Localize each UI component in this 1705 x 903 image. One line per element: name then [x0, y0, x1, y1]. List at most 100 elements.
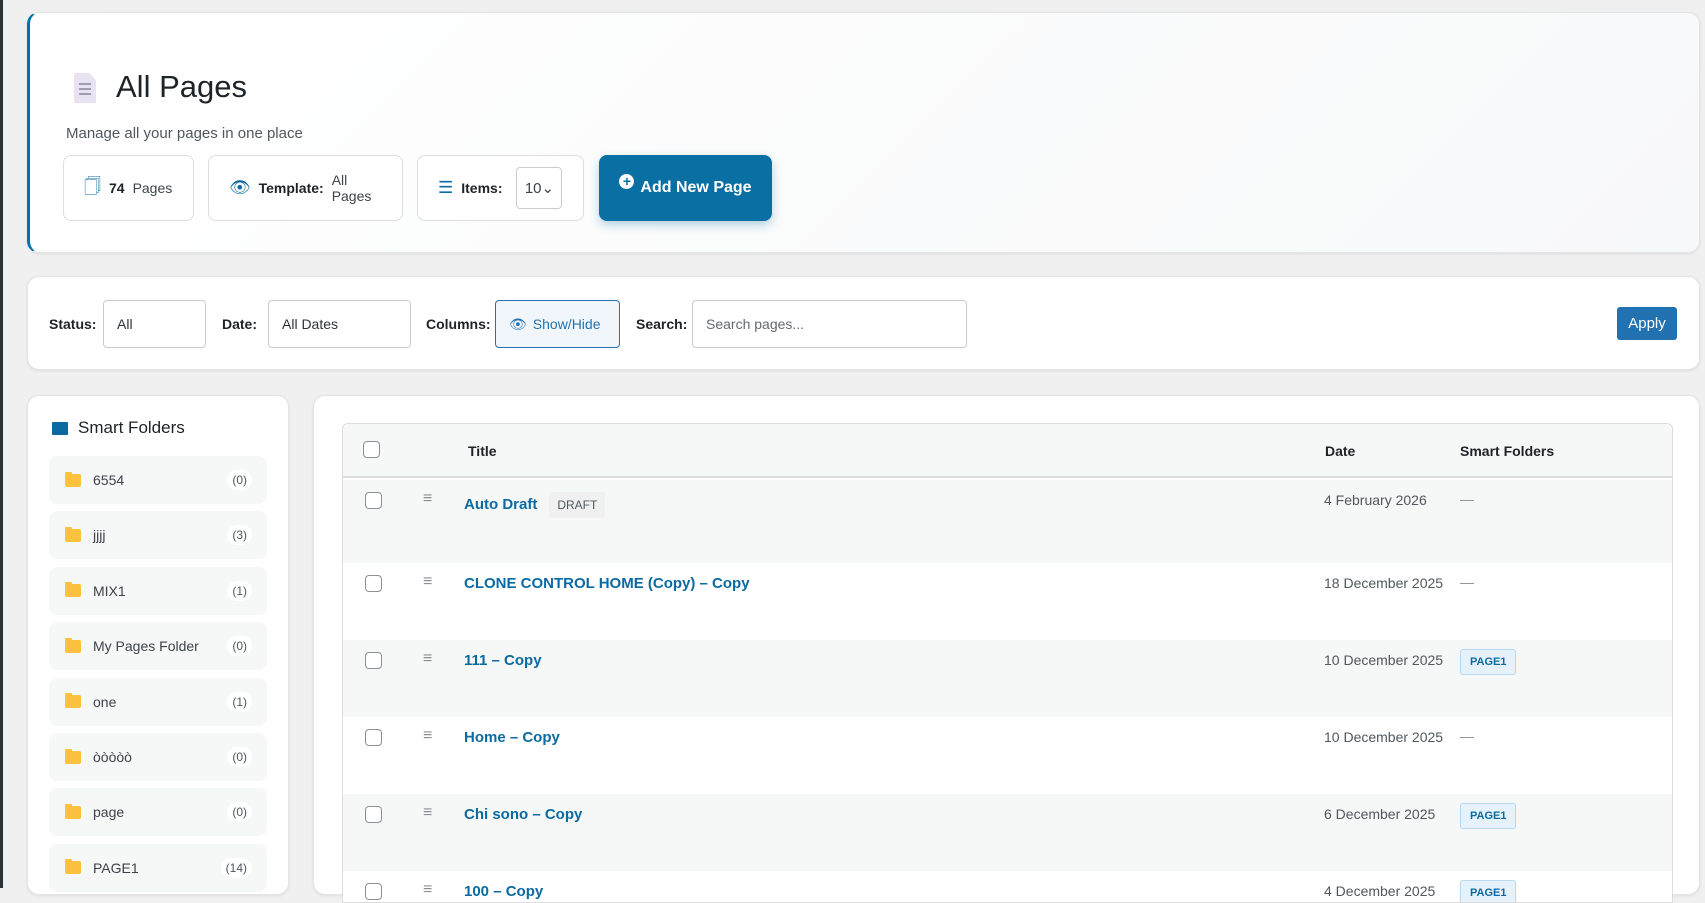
admin-sidebar-edge	[0, 0, 3, 888]
page-date: 10 December 2025	[1324, 652, 1444, 668]
folder-icon	[65, 693, 81, 709]
folder-item[interactable]: òòòòò (0)	[49, 733, 267, 781]
table-row: ≡ CLONE CONTROL HOME (Copy) – Copy 18 Dece…	[343, 563, 1672, 640]
folder-count: (14)	[220, 857, 252, 878]
draft-badge: DRAFT	[549, 492, 606, 518]
drag-handle-icon[interactable]: ≡	[423, 573, 432, 591]
columns-button-label: Show/Hide	[532, 316, 601, 332]
document-icon	[74, 73, 96, 103]
folder-name: page	[93, 804, 125, 821]
folder-icon	[65, 582, 81, 598]
folder-tag[interactable]: PAGE1	[1460, 880, 1517, 902]
folder-icon	[65, 859, 81, 875]
folder-item[interactable]: MIX1 (1)	[49, 566, 267, 615]
page-date: 18 December 2025	[1324, 575, 1444, 591]
folder-name: òòòòò	[93, 749, 132, 765]
row-checkbox[interactable]	[365, 652, 382, 669]
no-folder: —	[1460, 728, 1474, 744]
folder-tag[interactable]: PAGE1	[1460, 649, 1517, 675]
drag-handle-icon[interactable]: ≡	[423, 804, 432, 822]
date-select[interactable]: All Dates	[268, 300, 411, 348]
status-select[interactable]: All	[103, 300, 206, 348]
smart-folders-heading: Smart Folders	[52, 418, 185, 438]
table-row: ≡ Auto Draft DRAFT 4 February 2026 —	[343, 480, 1672, 563]
folder-item[interactable]: 6554 (0)	[49, 456, 267, 504]
row-checkbox[interactable]	[365, 806, 382, 823]
template-value: All Pages	[331, 172, 372, 204]
table-row: ≡ 100 – Copy 4 December 2025 PAGE1	[343, 871, 1672, 902]
items-stat: ☰ Items: 10 ⌄	[417, 155, 584, 221]
drag-handle-icon[interactable]: ≡	[423, 727, 432, 745]
add-new-page-button[interactable]: + Add New Page	[599, 155, 772, 221]
eye-icon: 👁	[229, 178, 251, 197]
page-header: All Pages Manage all your pages in one p…	[27, 12, 1700, 253]
folder-tag[interactable]: PAGE1	[1460, 803, 1517, 829]
plus-circle-icon: +	[619, 173, 635, 189]
page-title-link[interactable]: CLONE CONTROL HOME (Copy) – Copy	[464, 575, 750, 592]
row-checkbox[interactable]	[365, 729, 382, 746]
page-title-link[interactable]: 111 – Copy	[464, 652, 542, 669]
folder-item[interactable]: page (0)	[49, 788, 267, 837]
folder-count: (1)	[227, 691, 252, 712]
pages-count: 74	[108, 180, 125, 196]
row-checkbox[interactable]	[365, 883, 382, 900]
page-date: 4 February 2026	[1324, 492, 1427, 508]
eye-icon: 👁	[509, 315, 527, 332]
search-label: Search:	[636, 316, 688, 332]
pages-table: Title Date Smart Folders ≡ Auto Draft DRAF…	[342, 423, 1673, 903]
folder-count: (3)	[227, 525, 252, 546]
folder-item[interactable]: PAGE1 (14)	[49, 843, 267, 892]
folder-icon	[65, 803, 81, 819]
template-stat[interactable]: 👁 Template: All Pages	[208, 155, 403, 221]
select-all-checkbox[interactable]	[363, 441, 380, 458]
pages-label: Pages	[132, 180, 173, 196]
column-title[interactable]: Title	[468, 443, 497, 459]
page-date: 10 December 2025	[1324, 729, 1444, 745]
columns-label: Columns:	[426, 316, 491, 332]
items-per-page-select[interactable]: 10 ⌄	[516, 167, 563, 209]
columns-show-hide-button[interactable]: 👁 Show/Hide	[495, 300, 620, 348]
folder-item[interactable]: My Pages Folder (0)	[49, 622, 267, 671]
drag-handle-icon[interactable]: ≡	[423, 881, 432, 899]
pages-icon: 🗍	[84, 176, 101, 196]
page-title-link[interactable]: Chi sono – Copy	[464, 806, 582, 823]
row-checkbox[interactable]	[365, 492, 382, 509]
add-new-page-label: Add New Page	[640, 179, 752, 196]
column-date[interactable]: Date	[1325, 443, 1355, 459]
search-input[interactable]: Search pages...	[692, 300, 967, 348]
page-date: 6 December 2025	[1324, 806, 1436, 822]
drag-handle-icon[interactable]: ≡	[423, 650, 432, 668]
pages-count-stat: 🗍 74 Pages	[63, 155, 194, 221]
template-label: Template:	[258, 180, 324, 196]
drag-handle-icon[interactable]: ≡	[423, 490, 432, 508]
row-checkbox[interactable]	[365, 575, 382, 592]
folder-icon	[65, 748, 81, 764]
page-title-link[interactable]: Home – Copy	[464, 729, 560, 746]
folder-count: (0)	[227, 470, 252, 490]
folder-count: (0)	[227, 802, 252, 823]
folder-item[interactable]: one (1)	[49, 677, 267, 726]
folder-name: My Pages Folder	[93, 638, 199, 655]
pages-table-panel: Title Date Smart Folders ≡ Auto Draft DRAF…	[313, 395, 1700, 903]
folder-count: (1)	[227, 580, 252, 601]
filter-bar: Status: All Date: All Dates Columns: 👁 Sh…	[27, 276, 1700, 370]
page-title-link[interactable]: Auto Draft DRAFT	[464, 492, 606, 518]
no-folder: —	[1460, 491, 1474, 507]
no-folder: —	[1460, 574, 1474, 590]
list-icon: ☰	[438, 178, 454, 197]
column-smart-folders: Smart Folders	[1460, 443, 1555, 459]
status-label: Status:	[49, 316, 97, 332]
table-row: ≡ Home – Copy 10 December 2025 —	[343, 717, 1672, 794]
folder-icon	[65, 526, 81, 542]
folder-icon	[52, 421, 68, 435]
apply-button[interactable]: Apply	[1617, 307, 1677, 340]
folder-name: 6554	[93, 472, 125, 488]
folder-count: (0)	[227, 747, 252, 767]
table-row: ≡ 111 – Copy 10 December 2025 PAGE1	[343, 640, 1672, 717]
date-label: Date:	[222, 316, 258, 332]
smart-folders-title: Smart Folders	[78, 418, 185, 437]
folder-item[interactable]: jjjj (3)	[49, 511, 267, 560]
items-label: Items:	[461, 180, 503, 196]
page-title-link[interactable]: 100 – Copy	[464, 883, 543, 900]
folder-name: PAGE1	[93, 859, 139, 876]
